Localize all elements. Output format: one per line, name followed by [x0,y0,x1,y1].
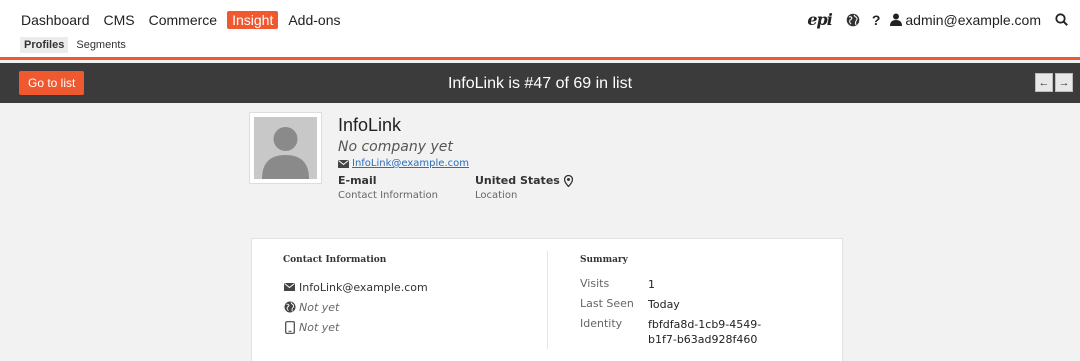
stat-value: E-mail [338,174,377,187]
summary-row-visits: Visits 1 [580,277,768,297]
menu-insight[interactable]: Insight [227,11,279,29]
sub-menu: Profiles Segments [20,37,134,53]
contact-website: Not yet [299,300,340,314]
summary-key: Identity [580,317,623,330]
main-menu: Dashboard CMS Commerce Insight Add-ons [21,11,355,29]
top-navigation: Dashboard CMS Commerce Insight Add-ons P… [0,0,1080,60]
summary-value: Today [648,298,680,311]
summary-section: Summary Visits 1 Last Seen Today Identit… [580,255,768,346]
section-divider [547,251,548,349]
stat-value-row: United States [475,174,573,187]
summary-key: Last Seen [580,297,634,310]
search-icon[interactable] [1055,13,1068,26]
episerver-logo-icon[interactable]: epi [807,10,832,29]
summary-key: Visits [580,277,610,290]
profile-name: InfoLink [338,115,402,135]
contact-website-row: Not yet [283,297,428,317]
person-placeholder-icon [254,117,317,179]
summary-row-last-seen: Last Seen Today [580,297,768,317]
tab-segments[interactable]: Segments [72,37,130,53]
menu-cms[interactable]: CMS [104,12,135,28]
summary-row-identity: Identity fbfdfa8d-1cb9-4549-b1f7-b63ad92… [580,317,768,346]
stat-label: Location [475,190,518,201]
profile-details-card: Contact Information InfoLink@example.com… [251,238,843,361]
map-pin-icon [563,174,573,187]
help-icon[interactable]: ? [872,12,881,28]
tab-profiles[interactable]: Profiles [20,37,69,53]
stat-location: United States Location [475,174,573,201]
contact-email-row: InfoLink@example.com [283,277,428,297]
stat-value: United States [475,174,560,187]
mail-icon [338,159,349,168]
mail-icon [284,283,295,291]
profile-email-link[interactable]: InfoLink@example.com [352,158,469,169]
summary-value: 1 [648,278,655,291]
arrow-left-icon: ← [1038,76,1050,89]
menu-commerce[interactable]: Commerce [149,12,217,28]
previous-profile-button[interactable]: ← [1035,73,1053,92]
user-menu[interactable]: admin@example.com [905,12,1041,28]
stat-label: Contact Information [338,190,438,201]
next-profile-button[interactable]: → [1055,73,1073,92]
menu-dashboard[interactable]: Dashboard [21,12,90,28]
menu-add-ons[interactable]: Add-ons [288,12,340,28]
contact-information-section: Contact Information InfoLink@example.com… [283,255,428,337]
contact-information-title: Contact Information [283,255,387,265]
avatar [249,112,322,184]
list-position-title: InfoLink is #47 of 69 in list [447,75,633,92]
globe-icon[interactable] [846,13,860,27]
globe-icon [284,301,295,313]
profile-company: No company yet [338,139,453,155]
contact-phone-row: Not yet [283,317,428,337]
summary-title: Summary [580,255,628,265]
user-icon [890,13,903,26]
arrow-right-icon: → [1058,76,1070,89]
list-navigation-bar: Go to list InfoLink is #47 of 69 in list… [0,63,1080,103]
summary-value: fbfdfa8d-1cb9-4549-b1f7-b63ad928f460 [648,318,762,346]
stat-contact-information: E-mail Contact Information [338,174,438,201]
mobile-phone-icon [284,320,295,334]
pager: ← → [1035,73,1073,92]
contact-phone: Not yet [299,320,340,334]
contact-email: InfoLink@example.com [299,280,428,294]
right-navigation: epi ? admin@example.com [807,10,1068,29]
profile-email-row: InfoLink@example.com [338,158,469,169]
